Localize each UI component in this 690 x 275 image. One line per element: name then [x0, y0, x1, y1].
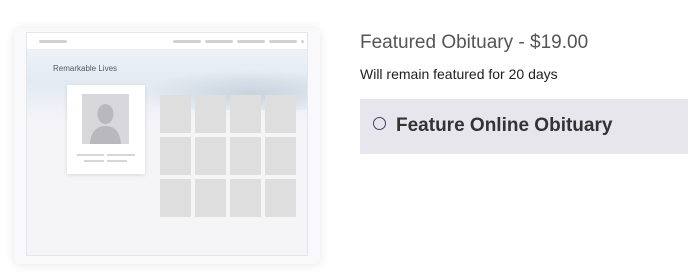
radio-button[interactable] — [373, 117, 386, 130]
person-placeholder-icon — [82, 94, 129, 144]
preview-profile-tile — [160, 95, 191, 133]
preview-hero-label: Remarkable Lives — [53, 64, 118, 73]
preview-card-text-line — [107, 154, 135, 156]
preview-nav-placeholder — [205, 40, 233, 43]
product-subtitle: Will remain featured for 20 days — [360, 66, 558, 82]
preview-nav-placeholder — [237, 40, 265, 43]
feature-obituary-option-label: Feature Online Obituary — [396, 115, 613, 136]
product-title: Featured Obituary - $19.00 — [360, 32, 589, 53]
preview-profile-tile — [160, 137, 191, 175]
preview-nav-placeholder — [173, 40, 201, 43]
feature-obituary-option[interactable]: Feature Online Obituary — [360, 99, 688, 154]
preview-profile-tile — [265, 179, 296, 217]
preview-profile-tile — [265, 95, 296, 133]
preview-profile-tile — [230, 95, 261, 133]
preview-header — [27, 33, 307, 50]
preview-nav-dot — [301, 40, 304, 43]
preview-nav-placeholder — [269, 40, 297, 43]
preview-card-text-line — [84, 160, 104, 162]
preview-card-text-line — [107, 160, 127, 162]
preview-profile-tile — [195, 179, 226, 217]
preview-featured-card — [67, 85, 145, 174]
website-preview-illustration: Remarkable Lives — [14, 28, 320, 264]
preview-logo-placeholder — [39, 40, 67, 43]
preview-window: Remarkable Lives — [26, 32, 308, 256]
preview-profile-tile — [195, 137, 226, 175]
preview-profile-tile — [265, 137, 296, 175]
preview-profile-tile — [195, 95, 226, 133]
preview-profile-tile — [230, 137, 261, 175]
preview-card-text-line — [77, 154, 104, 156]
preview-profile-tile — [160, 179, 191, 217]
preview-profile-tile — [230, 179, 261, 217]
preview-tile-grid — [160, 95, 296, 217]
